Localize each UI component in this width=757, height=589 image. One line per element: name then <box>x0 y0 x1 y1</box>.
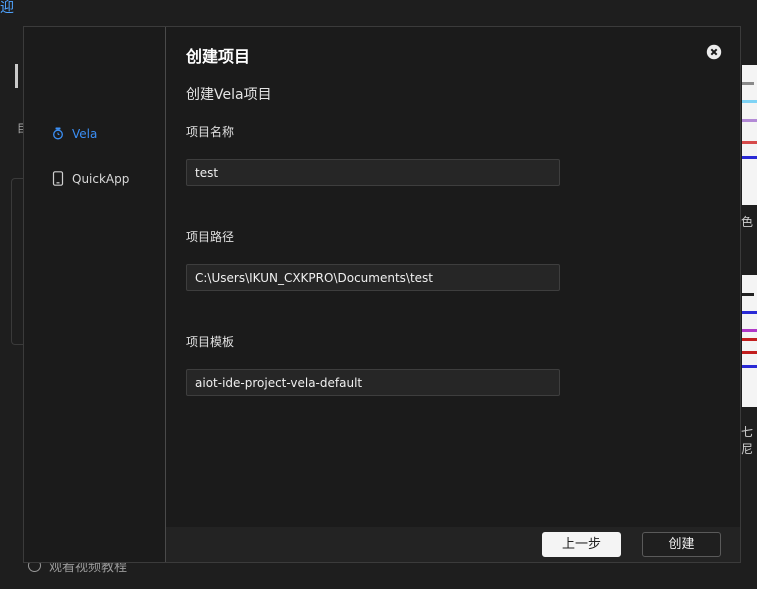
close-icon <box>706 44 722 60</box>
project-template-label: 项目模板 <box>186 335 235 349</box>
phone-icon <box>52 171 64 186</box>
thumb-bar <box>742 156 757 159</box>
template-thumbnail-2[interactable] <box>742 275 757 407</box>
project-name-label: 项目名称 <box>186 125 235 139</box>
thumb-bar <box>742 100 757 103</box>
thumb-bar <box>742 311 757 314</box>
project-type-sidebar: Vela QuickApp <box>24 27 166 562</box>
close-button[interactable] <box>706 44 722 60</box>
project-name-input[interactable] <box>186 159 560 186</box>
sidebar-item-label: Vela <box>72 127 98 141</box>
thumb-bar <box>742 119 757 122</box>
template-thumbnail-1[interactable] <box>742 65 757 205</box>
project-path-input[interactable] <box>186 264 560 291</box>
thumb-bar <box>742 338 757 341</box>
dialog-main: 创建项目 创建Vela项目 项目名称 项目路径 项目模板 上一步 创建 <box>166 27 740 562</box>
thumb-bar <box>742 82 754 85</box>
thumb-bar <box>742 329 757 332</box>
thumb-bar <box>742 141 757 144</box>
thumb-bar <box>742 293 754 296</box>
thumbnail-caption: 色 <box>741 215 754 229</box>
create-button[interactable]: 创建 <box>642 532 721 557</box>
sidebar-item-vela[interactable]: Vela <box>52 127 97 141</box>
dialog-title: 创建项目 <box>186 47 251 66</box>
sidebar-item-quickapp[interactable]: QuickApp <box>52 171 129 186</box>
dialog-subtitle: 创建Vela项目 <box>186 87 272 103</box>
project-template-input[interactable] <box>186 369 560 396</box>
project-path-label: 项目路径 <box>186 230 235 244</box>
welcome-link[interactable]: 迎 <box>0 0 14 17</box>
watch-icon <box>52 127 64 141</box>
dialog-footer: 上一步 创建 <box>166 527 740 562</box>
thumb-bar <box>742 351 757 354</box>
thumb-bar <box>742 365 757 368</box>
create-project-dialog: Vela QuickApp 创建项目 创建Vela项目 项目名称 项目路径 <box>23 26 741 563</box>
sidebar-item-label: QuickApp <box>72 171 130 186</box>
previous-step-button[interactable]: 上一步 <box>542 532 621 557</box>
thumbnail-caption: 七尼 <box>741 425 754 456</box>
